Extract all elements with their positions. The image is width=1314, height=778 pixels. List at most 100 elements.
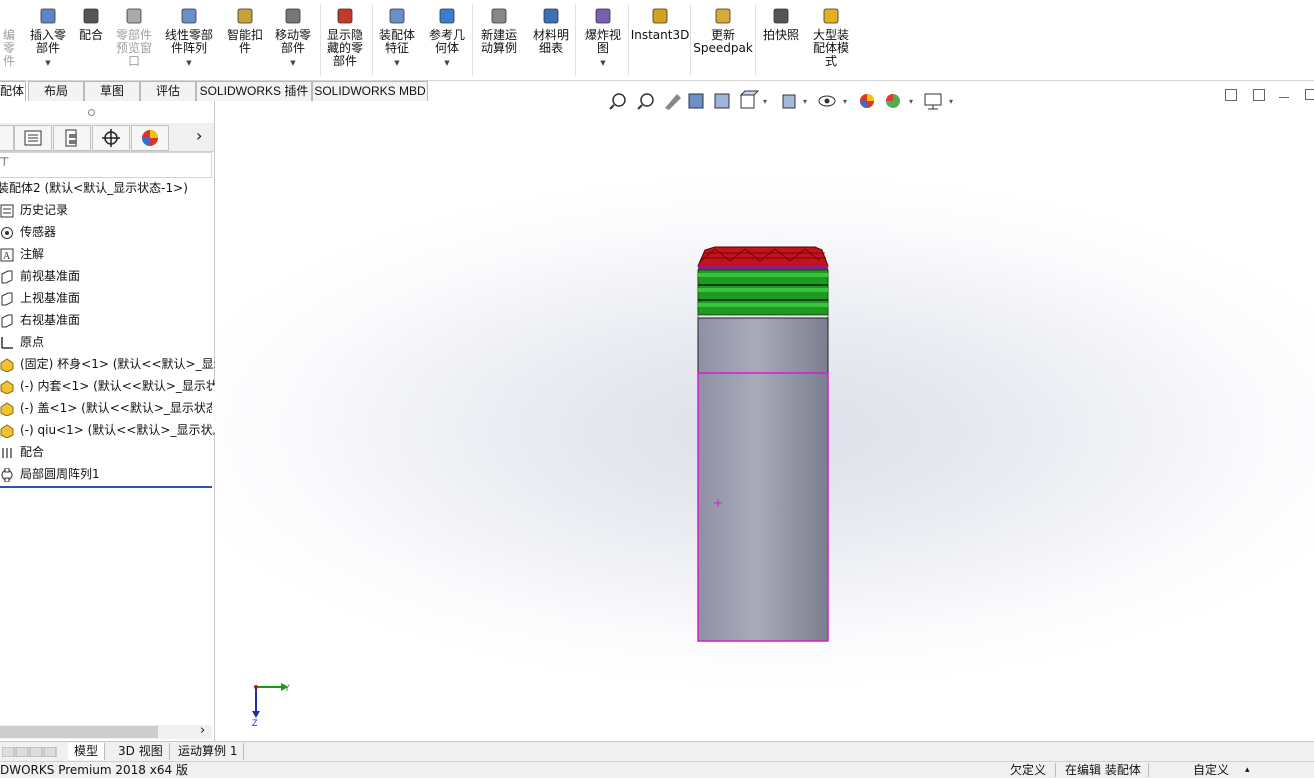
status-divider: [1148, 763, 1149, 777]
bom-icon: [540, 6, 562, 26]
panel-grip-icon[interactable]: [88, 109, 95, 116]
chevron-down-icon[interactable]: ▼: [45, 57, 50, 70]
ribbon-button-label: 更新 Speedpak: [693, 28, 753, 55]
move-component-button[interactable]: 移动零 部件 ▼: [270, 6, 316, 76]
triad-y-label: Y: [284, 683, 290, 693]
reference-triad: Y Z: [252, 683, 290, 728]
tree-item-label: 局部圆周阵列1: [20, 467, 100, 481]
cap-part[interactable]: [697, 246, 829, 270]
linear-pattern-button[interactable]: 线性零部 件阵列 ▼: [160, 6, 218, 76]
tab-scroll-arrows[interactable]: [1, 746, 62, 758]
show-hidden-button[interactable]: 显示隐 藏的零 部件: [322, 6, 368, 76]
ribbon-button-label: 插入零 部件: [29, 28, 66, 55]
tab-motion-study[interactable]: 运动算例 1: [172, 743, 245, 760]
assembly-feature-button[interactable]: 装配体 特征 ▼: [374, 6, 420, 76]
tree-item-label: (-) qiu<1> (默认<<默认>_显示状态: [20, 423, 225, 437]
circular-pattern-icon: [0, 467, 14, 483]
definition-status: 欠定义: [1010, 763, 1047, 777]
tree-item-label: 配合: [20, 445, 45, 459]
cup-body-part[interactable]: [697, 317, 829, 642]
exploded-view-button[interactable]: 爆炸视 图 ▼: [580, 6, 626, 76]
tab-model[interactable]: 模型: [68, 743, 106, 760]
nav-arrows-icon: [1, 746, 57, 758]
ribbon-button-label: 零部件 预览窗 口: [115, 28, 152, 68]
scroll-right-icon[interactable]: ›: [200, 723, 205, 738]
component-preview-button[interactable]: 零部件 预览窗 口: [112, 6, 156, 76]
smart-fastener-button[interactable]: 智能扣 件: [222, 6, 268, 76]
snapshot-icon: [770, 6, 792, 26]
tab-3d-view[interactable]: 3D 视图: [112, 743, 170, 760]
feature-manager-tabs: ›: [0, 123, 214, 152]
chevron-right-icon[interactable]: ›: [196, 127, 202, 145]
editing-status: 在编辑 装配体: [1065, 763, 1141, 777]
large-assembly-icon: [820, 6, 842, 26]
ribbon-button-label: 材料明 细表: [532, 28, 569, 55]
plane-icon: [0, 291, 14, 306]
chevron-down-icon[interactable]: ▼: [186, 57, 191, 70]
tree-filter-input[interactable]: ⊤: [0, 152, 212, 178]
configuration-manager-tab[interactable]: [53, 125, 91, 151]
rollback-bar[interactable]: [0, 486, 212, 488]
chevron-down-icon[interactable]: ▼: [290, 57, 295, 70]
minimize-icon[interactable]: [1279, 97, 1289, 98]
tree-item-label: 上视基准面: [20, 291, 81, 305]
maximize-icon[interactable]: [1305, 89, 1314, 100]
ribbon-button-label: 移动零 部件: [274, 28, 311, 55]
sensor-icon: [0, 225, 14, 239]
display-manager-tab[interactable]: [131, 125, 169, 151]
mates-folder-icon: [0, 445, 14, 459]
tab-evaluate[interactable]: 评估: [140, 81, 196, 101]
tile-icon[interactable]: [1253, 89, 1265, 101]
mate-button[interactable]: 配合: [74, 6, 108, 76]
tab-solidworks-addins[interactable]: SOLIDWORKS 插件: [196, 81, 312, 101]
speedpak-icon: [712, 6, 734, 26]
part-icon: [0, 379, 14, 395]
cutoff-command-button[interactable]: 编零 件: [0, 6, 20, 76]
tab-solidworks-mbd[interactable]: SOLIDWORKS MBD: [312, 81, 428, 101]
configuration-icon: [65, 129, 77, 147]
tab-sketch[interactable]: 草图: [84, 81, 140, 101]
snapshot-button[interactable]: 拍快照: [758, 6, 804, 76]
ribbon-button-label: 配合: [78, 28, 103, 42]
horizontal-scrollbar[interactable]: ›: [0, 723, 212, 739]
ribbon-button-label: 新建运 动算例: [480, 28, 517, 55]
large-assembly-button[interactable]: 大型装 配体模 式: [806, 6, 856, 76]
instant3d-button[interactable]: Instant3D: [631, 6, 689, 76]
tree-item-label: (固定) 杯身<1> (默认<<默认>_显示: [20, 357, 226, 371]
feature-tree-tab[interactable]: [0, 125, 14, 151]
ribbon-button-label: 装配体 特征: [378, 28, 415, 55]
ribbon-button-label: 智能扣 件: [226, 28, 263, 55]
chevron-down-icon[interactable]: ▼: [444, 57, 449, 70]
insert-component-button[interactable]: 插入零 部件 ▼: [26, 6, 70, 76]
reference-geometry-button[interactable]: 参考几 何体 ▼: [424, 6, 470, 76]
dimxpert-tab[interactable]: [92, 125, 130, 151]
property-list-icon: [24, 130, 42, 146]
command-tabs: 配体 布局 草图 评估 SOLIDWORKS 插件 SOLIDWORKS MBD: [0, 81, 430, 101]
chevron-down-icon[interactable]: ▼: [600, 57, 605, 70]
property-manager-tab[interactable]: [14, 125, 52, 151]
ribbon-separator: [575, 4, 576, 76]
mate-icon: [80, 6, 102, 26]
inner-sleeve-part[interactable]: [697, 269, 829, 316]
scrollbar-thumb[interactable]: [0, 726, 158, 738]
chevron-up-icon[interactable]: ▴: [1245, 762, 1250, 778]
move-component-icon: [282, 6, 304, 26]
ribbon-separator: [372, 4, 373, 76]
tree-item-label: (-) 盖<1> (默认<<默认>_显示状态: [20, 401, 218, 415]
ribbon-button-label: 显示隐 藏的零 部件: [326, 28, 363, 68]
graphics-area[interactable]: ▾ ▾ ▾ ▾ ▾ Y Z: [215, 89, 1314, 741]
linear-pattern-icon: [178, 6, 200, 26]
units-status[interactable]: 自定义: [1193, 762, 1229, 778]
part-icon: [0, 6, 20, 26]
tab-layout[interactable]: 布局: [28, 81, 84, 101]
ribbon-button-label: 爆炸视 图: [584, 28, 621, 55]
ribbon-button-label: 参考几 何体: [428, 28, 465, 55]
chevron-down-icon[interactable]: ▼: [394, 57, 399, 70]
bom-button[interactable]: 材料明 细表: [528, 6, 574, 76]
speedpak-button[interactable]: 更新 Speedpak: [693, 6, 753, 76]
model-tabs-bar: 模型 3D 视图 运动算例 1: [0, 741, 1314, 762]
motion-study-button[interactable]: 新建运 动算例: [476, 6, 522, 76]
tab-assembly[interactable]: 配体: [0, 81, 26, 101]
restore-down-icon[interactable]: [1225, 89, 1237, 101]
annotation-icon: A: [0, 247, 14, 262]
